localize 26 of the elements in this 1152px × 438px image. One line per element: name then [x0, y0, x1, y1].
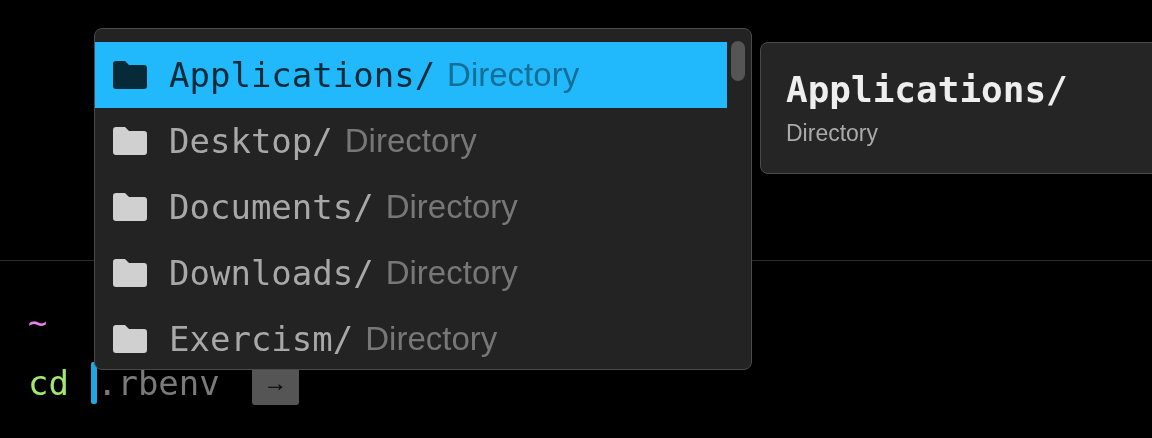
completion-description: Directory — [447, 56, 580, 94]
completion-item[interactable]: Documents/ Directory — [95, 174, 727, 240]
folder-icon — [113, 259, 147, 287]
detail-title: Applications/ — [786, 69, 1069, 110]
completion-description: Directory — [385, 254, 518, 292]
folder-icon — [113, 193, 147, 221]
completion-description: Directory — [344, 122, 477, 160]
command-text: cd — [28, 366, 69, 400]
completion-name: Desktop/ — [169, 121, 333, 161]
directory-prompt: ~ — [28, 304, 48, 342]
completion-item[interactable]: Applications/ Directory — [95, 42, 727, 108]
completion-item[interactable]: Downloads/ Directory — [95, 240, 727, 306]
folder-icon — [113, 325, 147, 353]
completion-description: Directory — [385, 188, 518, 226]
completion-name: Exercism/ — [169, 319, 354, 359]
detail-description: Directory — [786, 120, 879, 147]
completion-name: Downloads/ — [169, 253, 374, 293]
completion-description: Directory — [365, 320, 498, 358]
completion-item[interactable]: Desktop/ Directory — [95, 108, 727, 174]
completion-name: Documents/ — [169, 187, 374, 227]
completion-name: Applications/ — [169, 55, 436, 95]
text-cursor — [90, 362, 97, 404]
scrollbar-thumb[interactable] — [731, 41, 745, 81]
folder-icon — [113, 127, 147, 155]
folder-icon — [113, 61, 147, 89]
suggestion-text: .rbenv — [96, 366, 220, 400]
